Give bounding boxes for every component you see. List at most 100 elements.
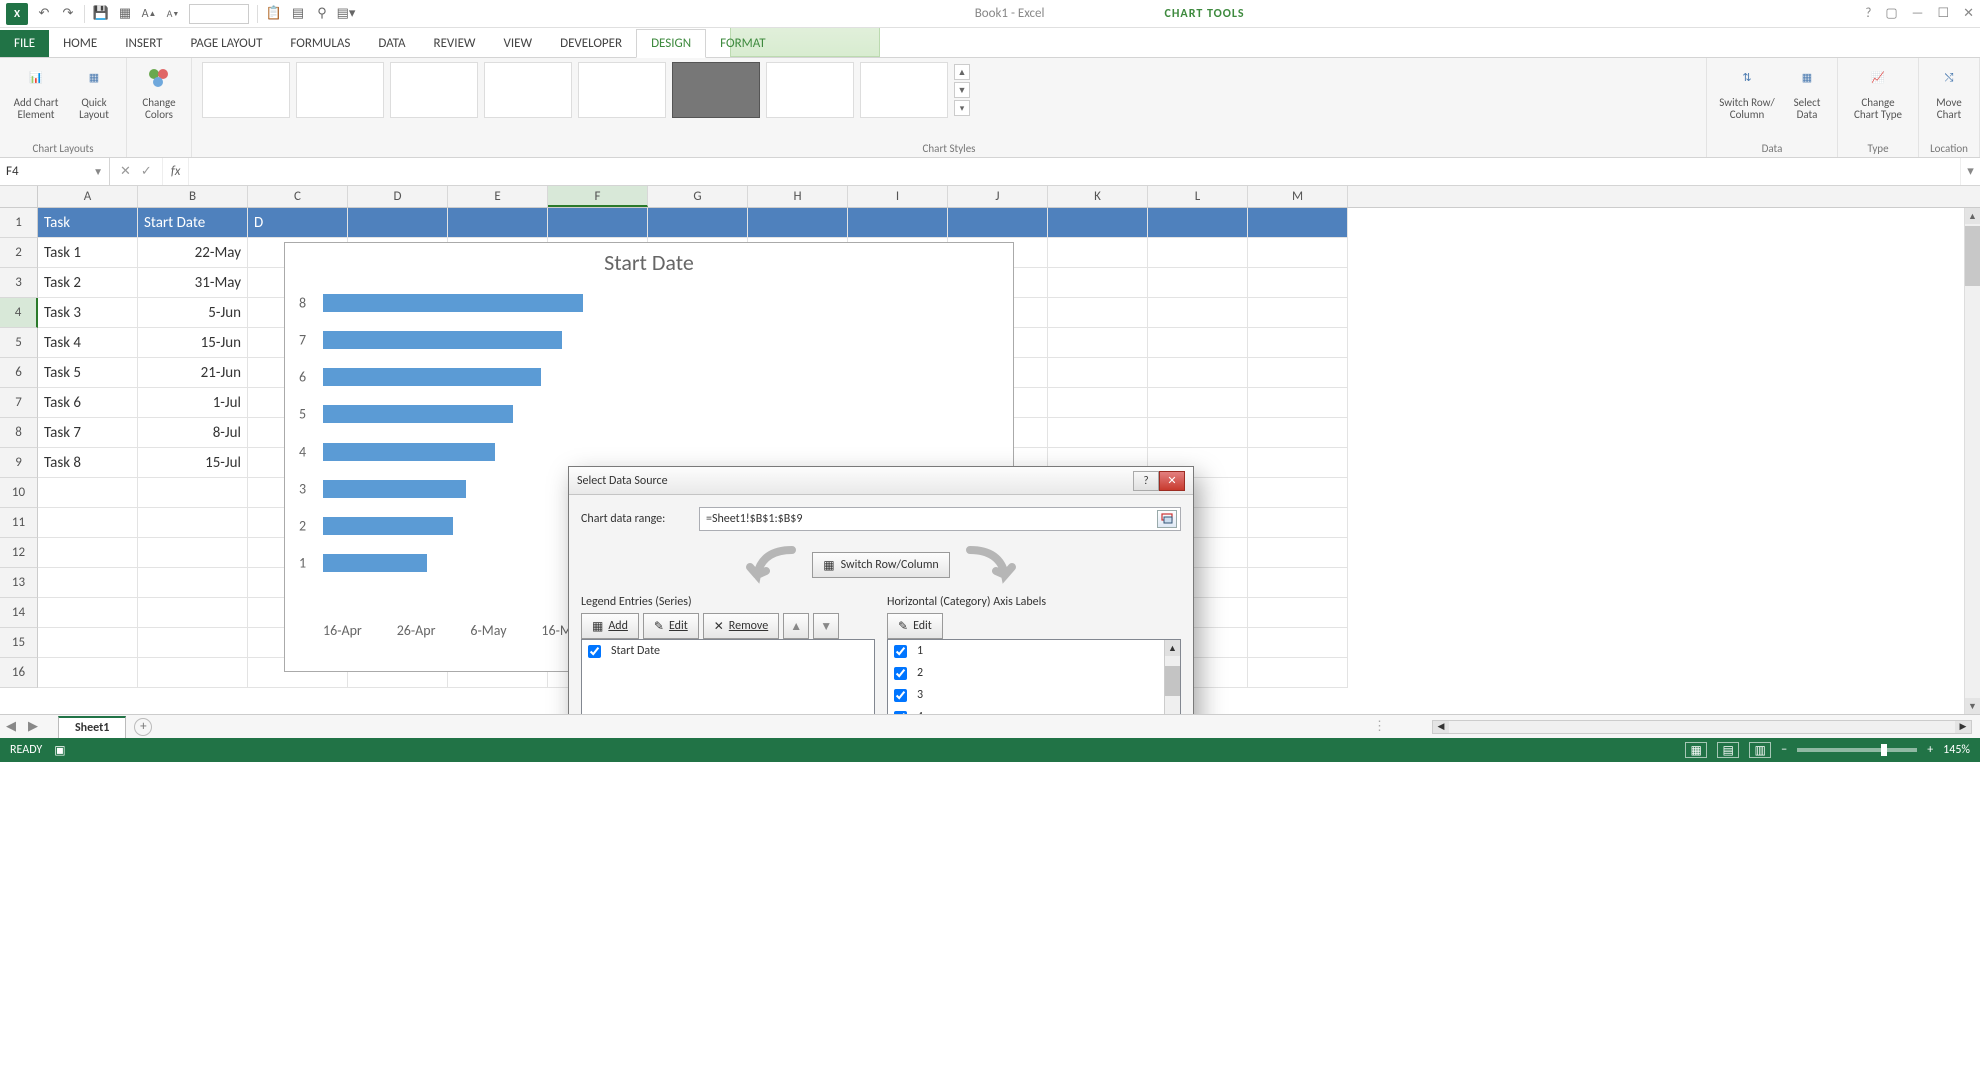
axis-item[interactable]: 1 (888, 640, 1180, 662)
change-colors-button[interactable]: Change Colors (137, 62, 181, 121)
font-size-box[interactable] (189, 4, 249, 24)
column-header-H[interactable]: H (748, 186, 848, 207)
change-chart-type-button[interactable]: 📈 Change Chart Type (1848, 62, 1908, 121)
switch-row-column-button[interactable]: ⇅ Switch Row/ Column (1717, 62, 1777, 121)
cell-M11[interactable] (1248, 508, 1348, 538)
cell-B11[interactable] (138, 508, 248, 538)
axis-item[interactable]: 2 (888, 662, 1180, 684)
cell-K1[interactable] (1048, 208, 1148, 238)
scroll-up-icon[interactable]: ▲ (1965, 208, 1980, 224)
cell-L3[interactable] (1148, 268, 1248, 298)
cell-K5[interactable] (1048, 328, 1148, 358)
cell-M3[interactable] (1248, 268, 1348, 298)
horizontal-scrollbar[interactable]: ◀ ▶ (1432, 720, 1972, 734)
freeze-icon[interactable]: ▤▾ (338, 6, 354, 22)
gallery-more-icon[interactable]: ▾ (954, 100, 970, 116)
chart-bar-3[interactable] (323, 480, 466, 498)
cell-K7[interactable] (1048, 388, 1148, 418)
cell-B14[interactable] (138, 598, 248, 628)
series-remove-button[interactable]: ✕Remove (703, 613, 779, 639)
cell-K8[interactable] (1048, 418, 1148, 448)
dialog-titlebar[interactable]: Select Data Source ? ✕ (569, 467, 1193, 495)
cell-M1[interactable] (1248, 208, 1348, 238)
worksheet-grid[interactable]: ABCDEFGHIJKLM 1TaskStart DateD2Task 122-… (0, 186, 1980, 714)
cell-B13[interactable] (138, 568, 248, 598)
row-header-6[interactable]: 6 (0, 358, 38, 388)
row-header-4[interactable]: 4 (0, 298, 38, 328)
series-move-down-button[interactable]: ▼ (813, 613, 839, 639)
row-header-5[interactable]: 5 (0, 328, 38, 358)
cell-B2[interactable]: 22-May (138, 238, 248, 268)
cell-B10[interactable] (138, 478, 248, 508)
axis-listbox[interactable]: 12345 ▲ ▼ (887, 639, 1181, 714)
cell-M5[interactable] (1248, 328, 1348, 358)
cell-B4[interactable]: 5-Jun (138, 298, 248, 328)
minimize-icon[interactable]: — (1912, 6, 1924, 21)
tab-page-layout[interactable]: PAGE LAYOUT (177, 30, 277, 57)
row-header-7[interactable]: 7 (0, 388, 38, 418)
tab-data[interactable]: DATA (364, 30, 419, 57)
cell-E1[interactable] (448, 208, 548, 238)
cell-B1[interactable]: Start Date (138, 208, 248, 238)
column-header-K[interactable]: K (1048, 186, 1148, 207)
zoom-slider[interactable] (1797, 748, 1917, 752)
series-edit-button[interactable]: ✎Edit (643, 613, 699, 639)
cell-L7[interactable] (1148, 388, 1248, 418)
cell-A3[interactable]: Task 2 (38, 268, 138, 298)
scroll-left-icon[interactable]: ◀ (1433, 721, 1449, 733)
maximize-icon[interactable]: ☐ (1937, 6, 1949, 21)
normal-view-icon[interactable]: ▦ (1685, 742, 1707, 758)
cell-M7[interactable] (1248, 388, 1348, 418)
row-header-15[interactable]: 15 (0, 628, 38, 658)
macro-record-icon[interactable]: ▣ (54, 743, 65, 758)
chart-bar-4[interactable] (323, 443, 495, 461)
undo-icon[interactable]: ↶ (36, 6, 52, 22)
axis-edit-button[interactable]: ✎Edit (887, 613, 943, 639)
cell-A6[interactable]: Task 5 (38, 358, 138, 388)
cell-B15[interactable] (138, 628, 248, 658)
axis-checkbox[interactable] (894, 689, 907, 702)
cell-A5[interactable]: Task 4 (38, 328, 138, 358)
row-header-12[interactable]: 12 (0, 538, 38, 568)
tab-review[interactable]: REVIEW (420, 30, 490, 57)
row-header-14[interactable]: 14 (0, 598, 38, 628)
tab-file[interactable]: FILE (0, 30, 49, 57)
chart-style-8[interactable] (860, 62, 948, 118)
cell-I1[interactable] (848, 208, 948, 238)
chart-style-5[interactable] (578, 62, 666, 118)
cell-A2[interactable]: Task 1 (38, 238, 138, 268)
cell-A7[interactable]: Task 6 (38, 388, 138, 418)
column-header-L[interactable]: L (1148, 186, 1248, 207)
cell-A13[interactable] (38, 568, 138, 598)
tab-developer[interactable]: DEVELOPER (546, 30, 636, 57)
row-header-8[interactable]: 8 (0, 418, 38, 448)
select-data-button[interactable]: ▦ Select Data (1787, 62, 1827, 121)
split-grip-icon[interactable]: ⋮ (1373, 719, 1386, 734)
cell-A14[interactable] (38, 598, 138, 628)
cell-H1[interactable] (748, 208, 848, 238)
cell-K6[interactable] (1048, 358, 1148, 388)
column-header-A[interactable]: A (38, 186, 138, 207)
axis-item[interactable]: 4 (888, 706, 1180, 714)
cell-B3[interactable]: 31-May (138, 268, 248, 298)
help-icon[interactable]: ? (1865, 6, 1871, 21)
sheet-nav-prev-icon[interactable]: ◀ (0, 719, 22, 734)
cell-M15[interactable] (1248, 628, 1348, 658)
chevron-down-icon[interactable]: ▼ (93, 165, 103, 178)
zoom-in-icon[interactable]: + (1927, 743, 1933, 757)
cell-A9[interactable]: Task 8 (38, 448, 138, 478)
cell-M2[interactable] (1248, 238, 1348, 268)
font-decrease-icon[interactable]: A▼ (165, 6, 181, 22)
save-icon[interactable]: 💾 (93, 6, 109, 22)
chart-style-2[interactable] (296, 62, 384, 118)
cell-M13[interactable] (1248, 568, 1348, 598)
cell-L6[interactable] (1148, 358, 1248, 388)
column-header-B[interactable]: B (138, 186, 248, 207)
row-header-16[interactable]: 16 (0, 658, 38, 688)
sheet-nav-next-icon[interactable]: ▶ (22, 719, 44, 734)
collapse-dialog-icon[interactable] (1157, 510, 1177, 528)
row-header-3[interactable]: 3 (0, 268, 38, 298)
cell-J1[interactable] (948, 208, 1048, 238)
row-header-2[interactable]: 2 (0, 238, 38, 268)
column-header-C[interactable]: C (248, 186, 348, 207)
